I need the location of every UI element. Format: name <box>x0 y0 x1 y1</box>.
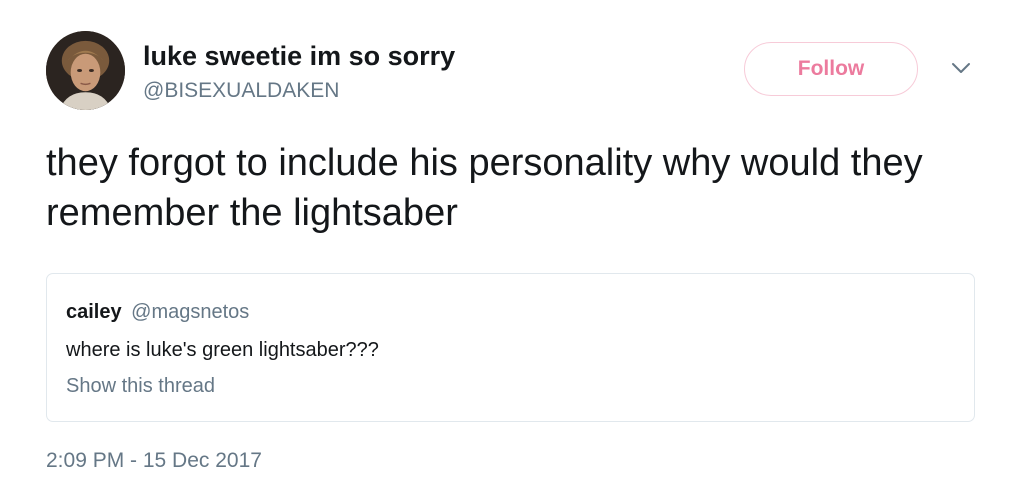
tweet-text: they forgot to include his personality w… <box>46 142 923 234</box>
quoted-tweet-text: where is luke's green lightsaber??? <box>66 339 379 361</box>
quoted-tweet-header: cailey @magsnetos <box>66 300 249 324</box>
quoted-author-handle: @magsnetos <box>131 301 250 323</box>
author-display-name[interactable]: luke sweetie im so sorry <box>143 40 455 72</box>
follow-button[interactable]: Follow <box>744 42 918 96</box>
author-avatar[interactable] <box>46 31 125 110</box>
tweet-card: luke sweetie im so sorry @BISEXUALDAKEN … <box>0 0 1024 490</box>
tweet-timestamp[interactable]: 2:09 PM - 15 Dec 2017 <box>46 448 262 474</box>
show-thread-link[interactable]: Show this thread <box>66 374 215 398</box>
quoted-tweet[interactable]: cailey @magsnetos where is luke's green … <box>46 273 975 422</box>
quoted-author-name: cailey <box>66 301 122 323</box>
author-handle[interactable]: @BISEXUALDAKEN <box>143 78 339 104</box>
chevron-down-icon[interactable] <box>950 60 972 76</box>
profile-photo-icon <box>46 31 125 110</box>
